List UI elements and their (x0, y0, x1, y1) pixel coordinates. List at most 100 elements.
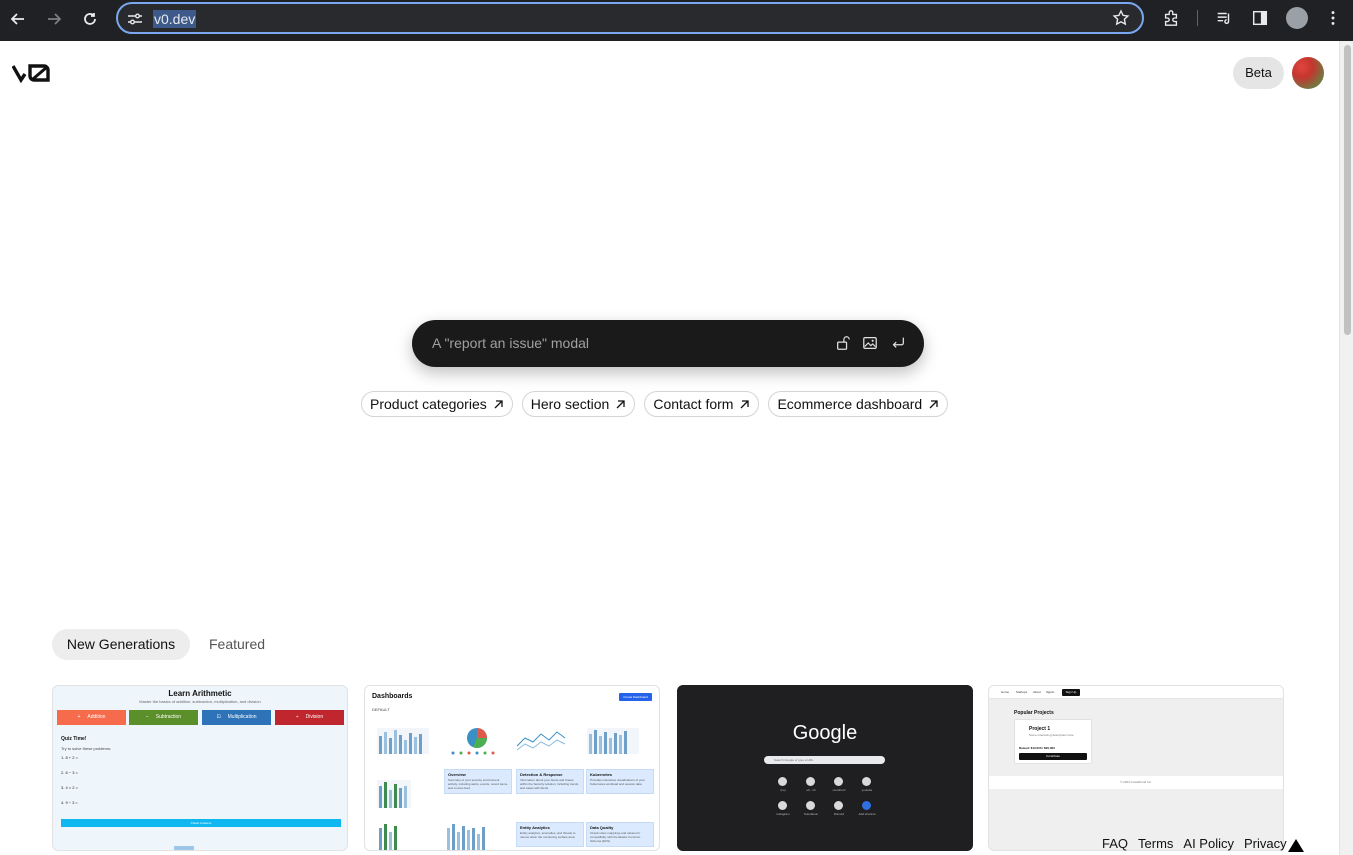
panel-title: Kubernetes (590, 772, 613, 777)
suggestion-chip[interactable]: Hero section (521, 391, 636, 417)
sidebar-icon[interactable] (1250, 8, 1270, 28)
mini-bar-chart (379, 824, 485, 850)
arrow-up-right-icon (616, 399, 625, 408)
project-card: Project 1 Some interesting description h… (1014, 719, 1092, 764)
card-subtitle: Master the basics of addition, subtracti… (139, 699, 261, 704)
v0-logo[interactable] (12, 62, 52, 84)
avatar[interactable] (1292, 57, 1324, 89)
mini-footer: © 2024 CrowdFund Inc. (989, 776, 1283, 789)
profile-icon[interactable] (1286, 7, 1308, 29)
dashboard-panel: Entity Analytics Entity analytics, anoma… (516, 822, 584, 847)
mini-bar-chart (377, 728, 429, 754)
contribute-button: Contribute (1019, 753, 1087, 760)
add-shortcut-icon (862, 801, 871, 810)
image-icon[interactable] (861, 334, 879, 352)
panel-description: Provides interactive visualizations of y… (590, 778, 645, 786)
beta-badge[interactable]: Beta (1233, 57, 1284, 89)
toolbar-divider (1197, 10, 1198, 26)
suggestion-chip[interactable]: Product categories (361, 391, 513, 417)
mini-bar-chart (377, 780, 411, 808)
generation-card-arithmetic[interactable]: Learn Arithmetic Master the basics of ad… (52, 685, 348, 851)
google-logo: Google (792, 722, 858, 744)
suggestion-label: Hero section (530, 396, 610, 412)
shortcut-icon (778, 777, 787, 786)
shortcut-label: Televideon (803, 812, 819, 816)
footer-link-terms[interactable]: Terms (1138, 836, 1173, 851)
tune-icon[interactable] (126, 10, 144, 28)
tab-featured[interactable]: Featured (209, 629, 265, 660)
section-title: Popular Projects (1014, 710, 1054, 716)
generation-card-google[interactable]: Google Search Google or type a URL (no) … (677, 685, 973, 851)
quiz-problem: 3. 4 × 2 = (61, 785, 78, 790)
generation-card-dashboards[interactable]: Dashboards Create Dashboard DEFAULT Over… (364, 685, 660, 851)
menu-icon[interactable] (1323, 8, 1343, 28)
media-icon[interactable] (1214, 8, 1234, 28)
url-text[interactable]: v0.dev (153, 10, 197, 28)
mini-bar-chart (587, 728, 639, 754)
shortcut-icon (834, 801, 843, 810)
nav-link: Signin (1046, 690, 1055, 694)
prompt-input[interactable] (432, 332, 822, 354)
tab-new-generations[interactable]: New Generations (52, 629, 190, 660)
op-multiplication: ⊡ Multiplication (202, 710, 271, 725)
suggestion-label: Product categories (370, 396, 487, 412)
unlock-icon[interactable] (834, 334, 852, 352)
enter-icon[interactable] (889, 334, 907, 352)
panel-description: Entity analytics, anomalies, and threats… (520, 831, 576, 839)
shortcut-icon (806, 777, 815, 786)
signup-button: Sign Up (1062, 689, 1080, 696)
footer-link-privacy[interactable]: Privacy (1244, 836, 1287, 851)
shortcut-label: ub...sh (806, 788, 816, 792)
generation-card-projects[interactable]: Home Startups About Signin Sign Up Popul… (988, 685, 1284, 851)
create-dashboard-button: Create Dashboard (619, 693, 652, 701)
mini-navbar: Home Startups About Signin Sign Up (989, 686, 1283, 699)
footer-link-faq[interactable]: FAQ (1102, 836, 1128, 851)
mini-pie-chart (451, 728, 495, 755)
nav-link: Startups (1016, 690, 1028, 694)
mini-line-chart (516, 731, 566, 751)
shortcut-icon (778, 801, 787, 810)
quiz-subtitle: Try to solve these problems: (61, 746, 112, 751)
quiz-title: Quiz Time! (61, 736, 87, 742)
quiz-problem: 4. 9 ÷ 3 = (61, 800, 78, 805)
suggestion-chip[interactable]: Contact form (644, 391, 760, 417)
shortcut-icon (834, 777, 843, 786)
shortcut-label: Add shortcut (858, 812, 876, 816)
op-division: ÷ Division (275, 710, 344, 725)
panel-title: Entity Analytics (520, 825, 550, 830)
arrow-up-right-icon (929, 399, 938, 408)
arrow-up-right-icon (741, 399, 750, 408)
op-addition: + Addition (57, 710, 126, 725)
arrow-up-right-icon (494, 399, 503, 408)
prompt-box (412, 320, 924, 367)
vercel-logo-icon[interactable] (1288, 839, 1304, 852)
panel-description: Information about your Alerts and Cases … (520, 778, 579, 790)
suggestion-chip[interactable]: Ecommerce dashboard (768, 391, 949, 417)
card-handle (174, 846, 194, 850)
footer-link-ai-policy[interactable]: AI Policy (1183, 836, 1234, 851)
forward-icon[interactable] (42, 7, 66, 31)
quiz-problem: 2. 6 − 3 = (61, 770, 78, 775)
dashboard-panel: Data Quality Check index mappings and va… (586, 822, 654, 847)
nav-link: Home (1001, 690, 1010, 694)
shortcut-label: Discord (833, 812, 845, 816)
shortcut-label: (no) (780, 788, 786, 792)
panel-title: Overview (448, 772, 466, 777)
suggestion-chips: Product categories Hero section Contact … (361, 391, 949, 417)
nav-link: About (1033, 690, 1041, 694)
dashboard-panel: Detection & Response Information about y… (516, 769, 584, 794)
reload-icon[interactable] (78, 7, 102, 31)
check-answers-label: Check Answers (190, 821, 212, 825)
star-icon[interactable] (1112, 9, 1130, 27)
scrollbar-thumb[interactable] (1344, 45, 1351, 335)
quiz-problem: 1. 8 + 2 = (61, 755, 78, 760)
search-placeholder: Search Google or type a URL (774, 758, 814, 762)
extensions-icon[interactable] (1161, 8, 1181, 28)
suggestion-label: Contact form (653, 396, 734, 412)
address-bar[interactable]: v0.dev (116, 2, 1144, 34)
footer-links: FAQ Terms AI Policy Privacy (1102, 836, 1287, 851)
dashboard-panel: Kubernetes Provides interactive visualiz… (586, 769, 654, 794)
shortcut-icon (806, 801, 815, 810)
page-scrollbar[interactable] (1339, 41, 1353, 855)
back-icon[interactable] (6, 7, 30, 31)
